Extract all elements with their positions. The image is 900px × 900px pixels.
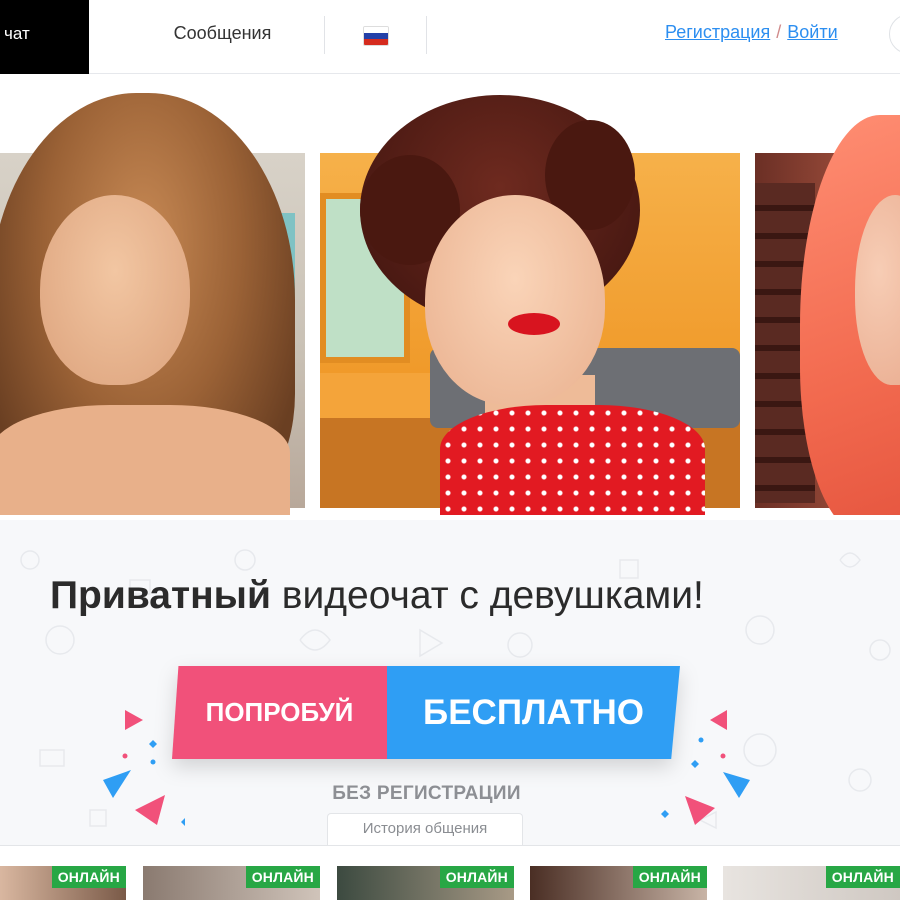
auth-links: Регистрация / Войти [665, 22, 838, 43]
model-dress-2 [440, 405, 705, 515]
promo-headline: Приватный видеочат с девушками! [0, 574, 900, 618]
nav-item-messages[interactable]: Сообщения [120, 0, 325, 68]
hero-gallery [0, 75, 900, 515]
no-registration-caption: БЕЗ РЕГИСТРАЦИИ [332, 783, 521, 804]
ru-flag-icon[interactable] [363, 26, 389, 46]
model-thumbnail[interactable]: ОНЛАЙН [0, 866, 126, 900]
nav-divider [426, 16, 427, 54]
chat-history-tab-label: История общения [362, 820, 488, 837]
chat-history-tab[interactable]: История общения [327, 813, 523, 845]
promo-section: Приватный видеочат с девушками! ПОПРОБУЙ… [0, 520, 900, 845]
nav-divider [324, 16, 325, 54]
user-menu-button[interactable] [889, 14, 900, 54]
model-face-1 [40, 195, 190, 385]
nav-item-chat-label: чат [4, 24, 30, 43]
model-face-2 [425, 195, 605, 405]
nav-item-messages-label: Сообщения [173, 23, 272, 43]
try-free-button[interactable]: ПОПРОБУЙ БЕСПЛАТНО [172, 666, 680, 759]
try-free-button-left-label: ПОПРОБУЙ [205, 697, 354, 727]
model-body-1 [0, 405, 290, 515]
headline-rest: видеочат с девушками! [270, 574, 704, 617]
online-badge: ОНЛАЙН [439, 866, 514, 888]
headline-bold: Приватный [50, 574, 271, 617]
model-thumbnail[interactable]: ОНЛАЙН [143, 866, 320, 900]
confetti-left-icon [103, 710, 185, 826]
confetti-right-icon [661, 710, 750, 825]
online-badge: ОНЛАЙН [825, 866, 900, 888]
model-thumbnail[interactable]: ОНЛАЙН [530, 866, 707, 900]
online-badge: ОНЛАЙН [51, 866, 126, 888]
online-badge: ОНЛАЙН [245, 866, 320, 888]
page: чат Сообщения Регистрация / Войти Приват… [0, 0, 900, 900]
model-thumbnail[interactable]: ОНЛАЙН [337, 866, 514, 900]
login-link[interactable]: Войти [787, 22, 837, 42]
model-thumbnail[interactable]: ОНЛАЙН [723, 866, 900, 900]
online-badge: ОНЛАЙН [632, 866, 707, 888]
online-models-row: ОНЛАЙН ОНЛАЙН ОНЛАЙН ОНЛАЙН ОНЛАЙН [0, 845, 900, 900]
register-link[interactable]: Регистрация [665, 22, 770, 42]
top-navigation-bar: чат Сообщения Регистрация / Войти [0, 0, 900, 74]
model-lips-2 [508, 313, 560, 335]
try-free-button-right-label: БЕСПЛАТНО [423, 693, 644, 732]
nav-item-chat[interactable]: чат [0, 0, 89, 74]
auth-separator: / [776, 22, 782, 42]
